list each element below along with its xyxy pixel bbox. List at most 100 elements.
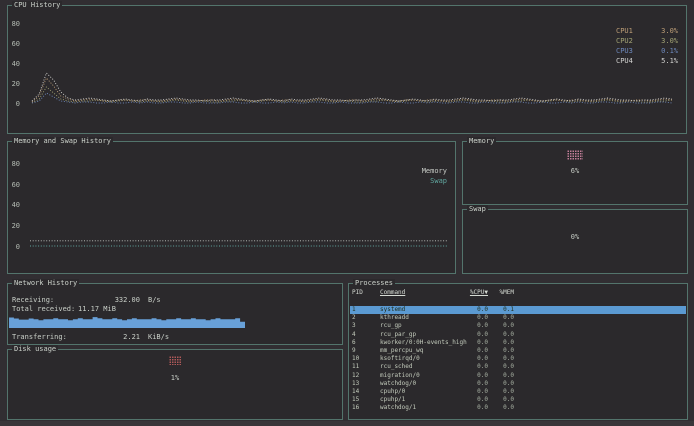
process-cpu: 0.0 xyxy=(468,331,488,339)
cpu-history-chart xyxy=(22,6,682,133)
process-pid: 6 xyxy=(352,339,380,347)
process-cpu: 0.0 xyxy=(468,396,488,404)
process-mem: 0.0 xyxy=(488,322,514,330)
memory-swap-history-title: Memory and Swap History xyxy=(12,137,113,146)
process-row[interactable]: 10ksoftirqd/00.00.0 xyxy=(350,355,686,363)
process-row[interactable]: 6kworker/0:0H-events_high0.00.0 xyxy=(350,339,686,347)
process-row[interactable]: 13watchdog/00.00.0 xyxy=(350,380,686,388)
series-cpu2 xyxy=(32,87,672,103)
processes-column-header-mem[interactable]: %MEM xyxy=(488,289,514,297)
processes-table: 1systemd0.00.12kthreadd0.00.03rcu_gp0.00… xyxy=(350,306,686,412)
processes-header-row: PIDCommand%CPU▼%MEM xyxy=(349,289,687,297)
processes-column-header-cpu[interactable]: %CPU▼ xyxy=(468,289,488,297)
process-pid: 11 xyxy=(352,363,380,371)
memory-swap-history-panel: Memory and Swap History 020406080 Memory… xyxy=(7,141,456,274)
process-row[interactable]: 9mm_percpu_wq0.00.0 xyxy=(350,347,686,355)
process-row[interactable]: 4rcu_par_gp0.00.0 xyxy=(350,331,686,339)
process-row[interactable]: 11rcu_sched0.00.0 xyxy=(350,363,686,371)
process-cpu: 0.0 xyxy=(468,404,488,412)
cpu-legend-row-cpu3: CPU30.1% xyxy=(616,47,678,56)
process-command: cpuhp/0 xyxy=(380,388,468,396)
process-row[interactable]: 1systemd0.00.1 xyxy=(350,306,686,314)
memory-gauge-panel: Memory 6% xyxy=(462,141,688,205)
process-command: watchdog/0 xyxy=(380,380,468,388)
network-line-label: Transferring: xyxy=(12,333,67,341)
network-history-panel: Network History Receiving:332.00B/sTotal… xyxy=(7,283,343,345)
series-cpu1 xyxy=(32,78,672,102)
processes-column-header-command[interactable]: Command xyxy=(380,289,468,297)
process-command: ksoftirqd/0 xyxy=(380,355,468,363)
cpu-legend-name: CPU2 xyxy=(616,37,633,46)
process-mem: 0.0 xyxy=(488,355,514,363)
swap-gauge-title: Swap xyxy=(467,205,488,214)
process-row[interactable]: 15cpuhp/10.00.0 xyxy=(350,396,686,404)
process-cpu: 0.0 xyxy=(468,306,488,314)
process-cpu: 0.0 xyxy=(468,355,488,363)
process-mem: 0.0 xyxy=(488,388,514,396)
network-line-value: 11.17 MiB xyxy=(78,305,116,313)
y-tick-label: 80 xyxy=(8,160,20,168)
process-row[interactable]: 12migration/00.00.0 xyxy=(350,372,686,380)
process-command: systemd xyxy=(380,306,468,314)
network-line-label: Receiving: xyxy=(12,296,54,304)
process-row[interactable]: 3rcu_gp0.00.0 xyxy=(350,322,686,330)
y-tick-label: 20 xyxy=(8,80,20,88)
process-row[interactable]: 2kthreadd0.00.0 xyxy=(350,314,686,322)
process-mem: 0.0 xyxy=(488,339,514,347)
series-cpu4 xyxy=(32,73,672,101)
process-mem: 0.1 xyxy=(488,306,514,314)
process-cpu: 0.0 xyxy=(468,347,488,355)
process-row[interactable]: 16watchdog/10.00.0 xyxy=(350,404,686,412)
process-mem: 0.0 xyxy=(488,404,514,412)
y-tick-label: 40 xyxy=(8,60,20,68)
process-pid: 13 xyxy=(352,380,380,388)
process-command: mm_percpu_wq xyxy=(380,347,468,355)
process-cpu: 0.0 xyxy=(468,380,488,388)
cpu-legend-name: CPU1 xyxy=(616,27,633,36)
disk-usage-title: Disk usage xyxy=(12,345,58,354)
process-pid: 10 xyxy=(352,355,380,363)
disk-usage-panel: Disk usage 1% xyxy=(7,349,343,420)
process-mem: 0.0 xyxy=(488,380,514,388)
y-tick-label: 0 xyxy=(8,100,20,108)
process-cpu: 0.0 xyxy=(468,322,488,330)
cpu-legend-row-cpu2: CPU2 3.0% xyxy=(616,37,678,46)
process-command: rcu_sched xyxy=(380,363,468,371)
swap-gauge-panel: Swap 0% xyxy=(462,209,688,274)
network-line-value: 2.21 xyxy=(86,333,140,341)
process-command: watchdog/1 xyxy=(380,404,468,412)
swap-gauge-value: 0% xyxy=(463,233,687,241)
y-tick-label: 0 xyxy=(8,243,20,251)
process-command: cpuhp/1 xyxy=(380,396,468,404)
network-receiving-graph xyxy=(9,314,245,328)
process-cpu: 0.0 xyxy=(468,388,488,396)
cpu-legend-value: 3.0% xyxy=(661,37,678,46)
cpu-history-title: CPU History xyxy=(12,1,62,10)
process-pid: 15 xyxy=(352,396,380,404)
cpu-legend-name: CPU4 xyxy=(616,57,633,66)
process-pid: 2 xyxy=(352,314,380,322)
network-line-unit: B/s xyxy=(148,296,161,304)
disk-usage-pie-icon xyxy=(169,356,181,365)
memswap-legend-memory: Memory xyxy=(422,167,447,176)
process-command: rcu_par_gp xyxy=(380,331,468,339)
process-mem: 0.0 xyxy=(488,314,514,322)
network-line-value: 332.00 xyxy=(86,296,140,304)
y-tick-label: 20 xyxy=(8,222,20,230)
memory-gauge-pie-icon xyxy=(567,150,583,160)
network-history-title: Network History xyxy=(12,279,79,288)
cpu-history-panel: CPU History 020406080 CPU13.0%CPU23.0%CP… xyxy=(7,5,687,134)
network-line-unit: KiB/s xyxy=(148,333,169,341)
process-mem: 0.0 xyxy=(488,372,514,380)
cpu-legend-value: 3.0% xyxy=(661,27,678,36)
disk-usage-value: 1% xyxy=(8,374,342,382)
process-row[interactable]: 14cpuhp/00.00.0 xyxy=(350,388,686,396)
process-command: migration/0 xyxy=(380,372,468,380)
cpu-legend-name: CPU3 xyxy=(616,47,633,56)
process-mem: 0.0 xyxy=(488,331,514,339)
process-command: kthreadd xyxy=(380,314,468,322)
processes-column-header-pid[interactable]: PID xyxy=(352,289,380,297)
process-pid: 12 xyxy=(352,372,380,380)
process-cpu: 0.0 xyxy=(468,363,488,371)
process-pid: 9 xyxy=(352,347,380,355)
